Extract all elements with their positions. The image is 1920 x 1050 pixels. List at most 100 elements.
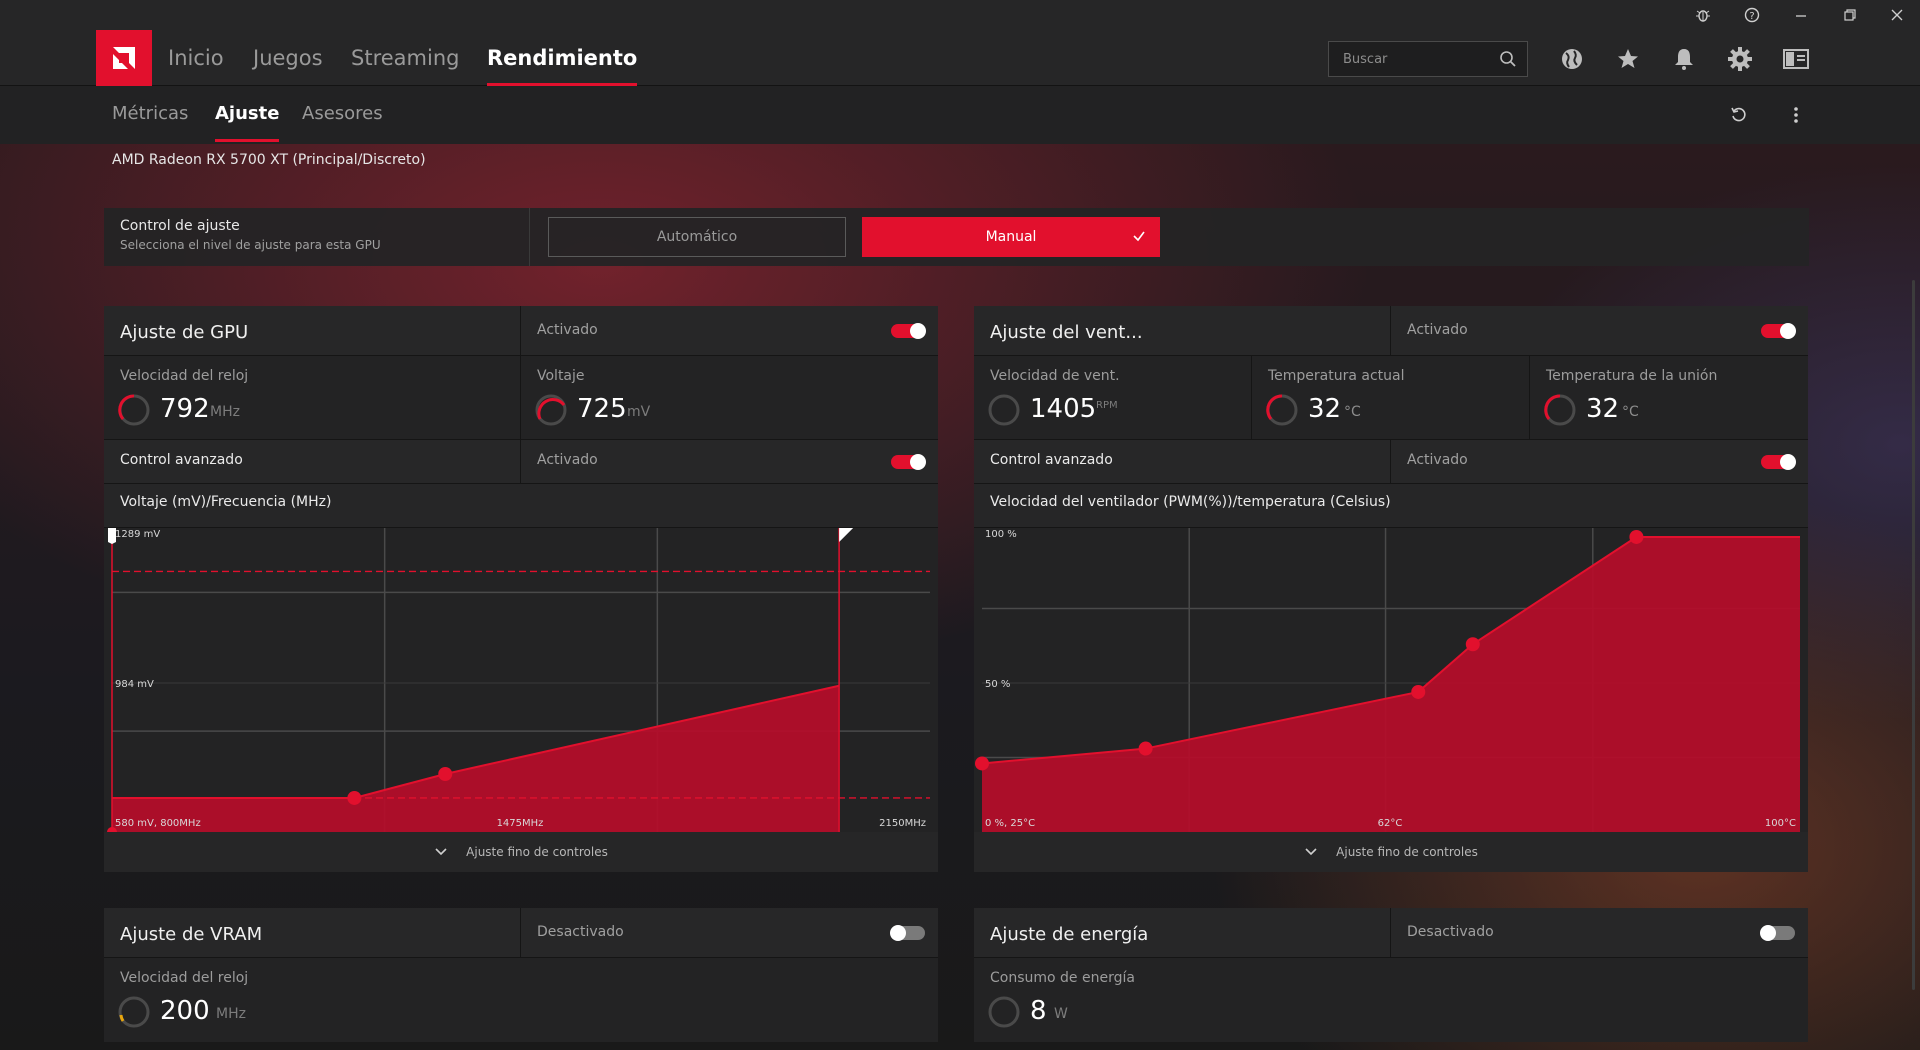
- minimize-icon[interactable]: [1778, 0, 1824, 30]
- nav-tab-streaming[interactable]: Streaming: [351, 30, 459, 86]
- nav-tab-juegos[interactable]: Juegos: [253, 30, 323, 86]
- star-icon[interactable]: [1612, 43, 1644, 75]
- nav-tab-inicio[interactable]: Inicio: [168, 30, 224, 86]
- gpu-fine-tune-toggle[interactable]: Ajuste fino de controles: [104, 832, 938, 872]
- close-icon[interactable]: [1874, 0, 1920, 30]
- y-tick-label: 1289 mV: [115, 529, 160, 540]
- fan-status-label: Activado: [1407, 322, 1468, 338]
- manual-button-label: Manual: [985, 229, 1037, 245]
- gpu-panel-header: Ajuste de GPU Activado: [104, 306, 938, 356]
- curve-handle-point[interactable]: [975, 756, 989, 771]
- power-consumption-value: 8: [1030, 996, 1047, 1026]
- curve-handle-point[interactable]: [438, 766, 453, 781]
- y-tick-label: 100 %: [985, 529, 1017, 540]
- curve-handle-point[interactable]: [1411, 684, 1426, 699]
- vram-metrics-row: Velocidad del reloj 200 MHz: [104, 958, 938, 1042]
- current-temp-gauge: [1266, 394, 1298, 426]
- junction-temp-value: 32: [1586, 394, 1620, 424]
- nav-tab-rendimiento[interactable]: Rendimiento: [487, 30, 638, 86]
- max-frequency-handle: [839, 528, 854, 542]
- power-tuning-toggle[interactable]: [1760, 925, 1795, 941]
- power-status-label: Desactivado: [1407, 924, 1494, 940]
- curve-handle-point[interactable]: [347, 790, 362, 805]
- restore-icon[interactable]: [1827, 0, 1873, 30]
- fan-curve-chart[interactable]: 100 % 50 % 0 %, 25°C 62°C 100°C: [974, 528, 1808, 832]
- tuning-control-subtitle: Selecciona el nivel de ajuste para esta …: [120, 238, 381, 252]
- curve-handle-point[interactable]: [1138, 741, 1153, 756]
- gpu-status-label: Activado: [537, 322, 598, 338]
- fan-curve-chart-svg[interactable]: 100 % 50 % 0 %, 25°C 62°C 100°C: [974, 528, 1808, 832]
- gpu-fine-tune-label: Ajuste fino de controles: [466, 845, 608, 859]
- gear-icon[interactable]: [1724, 43, 1756, 75]
- subtab-asesores[interactable]: Asesores: [302, 86, 383, 144]
- globe-icon[interactable]: [1556, 43, 1588, 75]
- gpu-clock-gauge: [118, 394, 150, 426]
- power-consumption-gauge: [988, 996, 1020, 1028]
- vram-tuning-panel: Ajuste de VRAM Desactivado Velocidad del…: [104, 908, 938, 1042]
- fan-tuning-toggle[interactable]: [1761, 323, 1796, 339]
- junction-temp-gauge: [1544, 394, 1576, 426]
- vram-clock-gauge: [118, 996, 150, 1028]
- subtab-metricas[interactable]: Métricas: [112, 86, 188, 144]
- gpu-advanced-toggle[interactable]: [891, 454, 926, 470]
- curve-handle-point[interactable]: [1629, 529, 1644, 544]
- vertical-scrollbar[interactable]: [1912, 280, 1915, 990]
- chevron-down-icon: [1305, 848, 1317, 856]
- curve-area: [112, 685, 840, 832]
- fan-metrics-row: Velocidad de vent. 1405 RPM Temperatura …: [974, 356, 1808, 440]
- curve-handle-point[interactable]: [1465, 637, 1480, 652]
- gpu-voltage-unit: mV: [627, 404, 651, 420]
- bell-icon[interactable]: [1668, 43, 1700, 75]
- power-panel-title: Ajuste de energía: [990, 924, 1149, 945]
- manual-button[interactable]: Manual: [862, 217, 1160, 257]
- fan-fine-tune-toggle[interactable]: Ajuste fino de controles: [974, 832, 1808, 872]
- x-tick-label: 100°C: [1765, 818, 1796, 829]
- voltage-frequency-chart-svg[interactable]: 1289 mV 984 mV 580 mV, 800MHz 1475MHz 2150MH…: [104, 528, 938, 837]
- amd-logo[interactable]: [96, 30, 152, 86]
- subtab-ajuste[interactable]: Ajuste: [215, 86, 280, 144]
- power-consumption-unit: W: [1054, 1006, 1068, 1022]
- gpu-clock-label: Velocidad del reloj: [120, 368, 249, 384]
- voltage-frequency-chart[interactable]: 1289 mV 984 mV 580 mV, 800MHz 1475MHz 2150MH…: [104, 528, 938, 837]
- vram-tuning-toggle[interactable]: [890, 925, 925, 941]
- fan-panel-header: Ajuste del vent... Activado: [974, 306, 1808, 356]
- amd-logo-icon: [113, 47, 135, 69]
- svg-text:?: ?: [1749, 11, 1754, 22]
- vram-status-label: Desactivado: [537, 924, 624, 940]
- vram-clock-value: 200: [160, 996, 210, 1026]
- gpu-chart-title: Voltaje (mV)/Frecuencia (MHz): [120, 494, 332, 510]
- more-vertical-icon[interactable]: [1780, 99, 1812, 131]
- x-tick-label: 1475MHz: [497, 818, 544, 829]
- reset-icon[interactable]: [1723, 99, 1755, 131]
- fan-advanced-toggle[interactable]: [1761, 454, 1796, 470]
- bug-icon[interactable]: [1680, 0, 1726, 30]
- power-consumption-label: Consumo de energía: [990, 970, 1135, 986]
- automatic-button[interactable]: Automático: [548, 217, 846, 257]
- gpu-voltage-label: Voltaje: [537, 368, 585, 384]
- gpu-metrics-row: Velocidad del reloj 792 MHz Voltaje 725 …: [104, 356, 938, 440]
- fan-speed-unit: RPM: [1096, 400, 1118, 411]
- sidebar-layout-icon[interactable]: [1780, 43, 1812, 75]
- sub-navigation-bar: [0, 86, 1920, 144]
- search-input[interactable]: Buscar: [1328, 41, 1528, 77]
- gpu-tuning-panel: Ajuste de GPU Activado Velocidad del rel…: [104, 306, 938, 872]
- fan-speed-gauge: [988, 394, 1020, 426]
- gpu-clock-unit: MHz: [210, 404, 240, 420]
- fan-chart-title: Velocidad del ventilador (PWM(%))/temper…: [990, 494, 1391, 510]
- search-icon[interactable]: [1499, 50, 1517, 68]
- current-temp-label: Temperatura actual: [1268, 368, 1405, 384]
- gpu-tuning-toggle[interactable]: [891, 323, 926, 339]
- vram-panel-header: Ajuste de VRAM Desactivado: [104, 908, 938, 958]
- window-title-bar: ?: [0, 0, 1920, 30]
- fan-tuning-panel: Ajuste del vent... Activado Velocidad de…: [974, 306, 1808, 872]
- fan-speed-value: 1405: [1030, 394, 1097, 424]
- gpu-clock-value: 792: [160, 394, 210, 424]
- help-icon[interactable]: ?: [1729, 0, 1775, 30]
- gpu-voltage-gauge: [535, 394, 567, 426]
- fan-panel-title: Ajuste del vent...: [990, 322, 1143, 343]
- fan-advanced-row: Control avanzado Activado: [974, 440, 1808, 484]
- fan-fine-tune-label: Ajuste fino de controles: [1336, 845, 1478, 859]
- x-tick-label: 2150MHz: [879, 818, 926, 829]
- fan-advanced-label: Control avanzado: [990, 452, 1113, 468]
- current-temp-value: 32: [1308, 394, 1342, 424]
